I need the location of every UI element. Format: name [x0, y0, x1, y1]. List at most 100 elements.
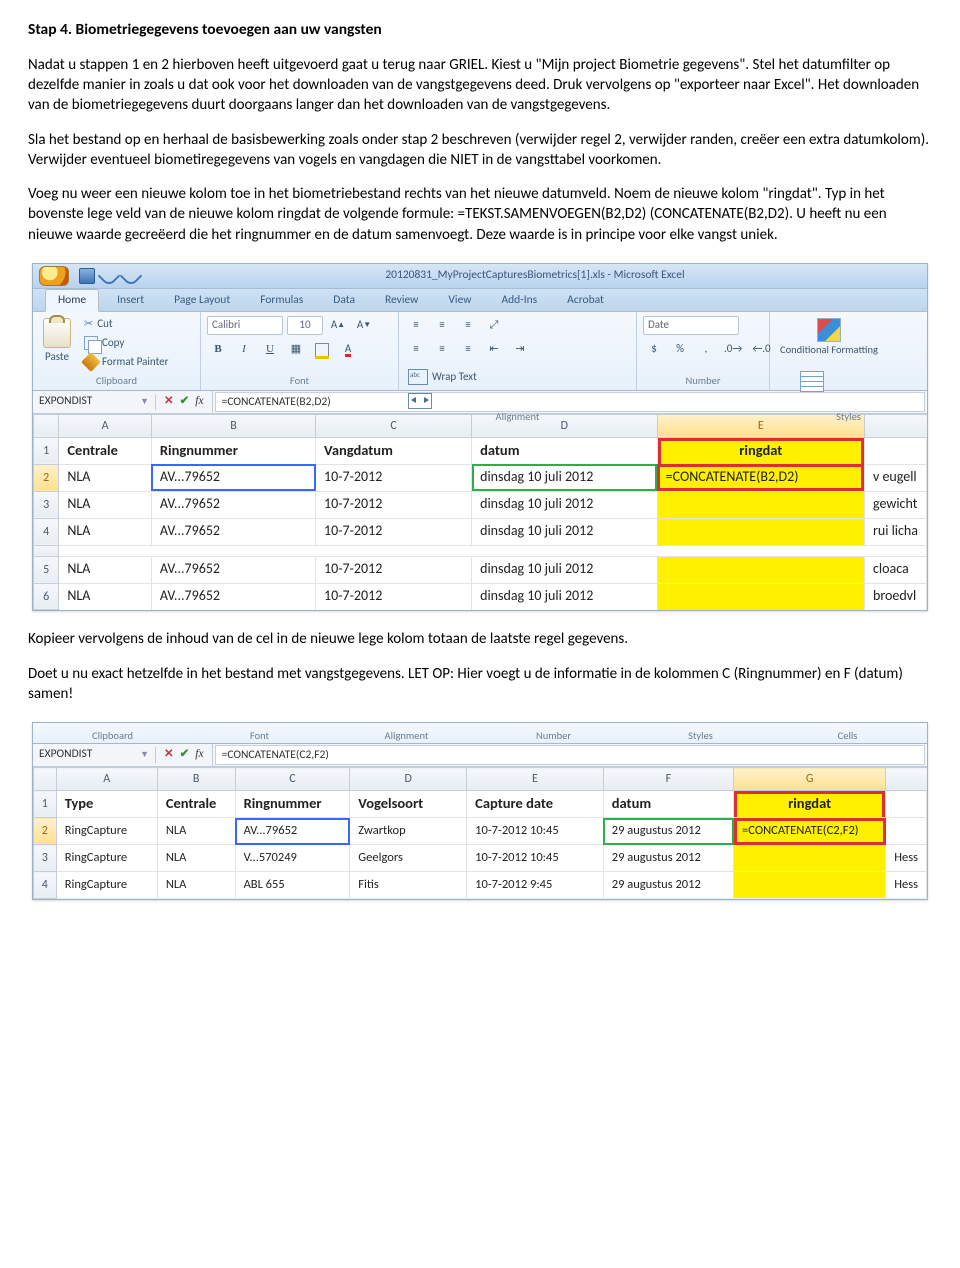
row-1[interactable]: 1 [34, 437, 59, 464]
cell[interactable] [657, 518, 864, 545]
copy-button[interactable]: Copy [81, 335, 171, 352]
number-format-select[interactable]: Date [643, 316, 739, 335]
row-6[interactable]: 6 [34, 583, 59, 610]
cell[interactable]: AV...79652 [151, 518, 315, 545]
fx-icon-2[interactable]: fx [195, 747, 203, 763]
tab-pagelayout[interactable]: Page Layout [162, 290, 242, 311]
percent-button[interactable]: % [669, 341, 691, 359]
format-painter-button[interactable]: Format Painter [81, 354, 171, 371]
align-middle-button[interactable]: ≡ [431, 316, 453, 334]
indent-inc-button[interactable]: ⇥ [509, 340, 531, 358]
office-orb-icon[interactable] [39, 266, 69, 286]
name-box[interactable]: EXPONDIST▼ [33, 394, 156, 410]
cell[interactable]: 10-7-2012 [316, 464, 472, 491]
orientation-button[interactable]: ⤢ [483, 316, 505, 334]
cell[interactable]: AV...79652 [151, 491, 315, 518]
cell[interactable]: Vangdatum [316, 437, 472, 464]
tab-insert[interactable]: Insert [105, 290, 156, 311]
cell[interactable]: NLA [59, 556, 152, 583]
cell[interactable]: Ringnummer [151, 437, 315, 464]
row-3[interactable]: 3 [34, 491, 59, 518]
italic-button[interactable]: I [233, 341, 255, 359]
formula-input[interactable]: =CONCATENATE(B2,D2) [215, 392, 925, 412]
cell[interactable]: datum [472, 437, 658, 464]
cell[interactable]: dinsdag 10 juli 2012 [472, 583, 658, 610]
cell[interactable]: broedvl [864, 583, 926, 610]
row-2[interactable]: 2 [34, 464, 59, 491]
row-5[interactable]: 5 [34, 556, 59, 583]
cancel-edit-button-2[interactable]: ✕ [164, 747, 174, 763]
cancel-edit-button[interactable]: ✕ [164, 394, 174, 410]
cell-g2[interactable]: =CONCATENATE(C2,F2) [734, 818, 886, 845]
col-a[interactable]: A [59, 414, 152, 437]
formula-input-2[interactable]: =CONCATENATE(C2,F2) [215, 745, 925, 765]
align-top-button[interactable]: ≡ [405, 316, 427, 334]
cell[interactable]: NLA [59, 583, 152, 610]
fill-color-button[interactable] [311, 341, 333, 359]
cell[interactable]: 10-7-2012 [316, 556, 472, 583]
tab-data[interactable]: Data [321, 290, 367, 311]
cell[interactable] [657, 583, 864, 610]
tab-review[interactable]: Review [373, 290, 430, 311]
tab-addins[interactable]: Add-Ins [489, 290, 549, 311]
cell[interactable] [657, 556, 864, 583]
spreadsheet-grid[interactable]: A B C D E 1 Centrale Ringnummer Vangdatu… [33, 414, 927, 611]
inc-decimal-button[interactable]: .0→ [721, 341, 745, 359]
comma-button[interactable]: , [695, 341, 717, 359]
cut-button[interactable]: ✂Cut [81, 316, 171, 333]
font-color-button[interactable]: A [337, 341, 359, 359]
cell[interactable]: NLA [59, 491, 152, 518]
cell[interactable]: 10-7-2012 [316, 491, 472, 518]
cell-b2[interactable]: AV...79652 [151, 464, 315, 491]
conditional-fmt-button[interactable]: Conditional Formatting [776, 316, 882, 357]
currency-button[interactable]: $ [643, 341, 665, 359]
cell[interactable]: cloaca [864, 556, 926, 583]
cell[interactable]: 10-7-2012 [316, 583, 472, 610]
cell[interactable]: rui licha [864, 518, 926, 545]
font-name-select[interactable]: Calibri [207, 316, 283, 335]
underline-button[interactable]: U [259, 341, 281, 359]
cell[interactable]: Centrale [59, 437, 152, 464]
align-bottom-button[interactable]: ≡ [457, 316, 479, 334]
cell[interactable]: dinsdag 10 juli 2012 [472, 556, 658, 583]
tab-formulas[interactable]: Formulas [248, 290, 315, 311]
cell-c2[interactable]: AV...79652 [235, 818, 350, 845]
grow-font-button[interactable]: A▲ [327, 316, 349, 334]
col-b[interactable]: B [151, 414, 315, 437]
cell-ringdat-header[interactable]: ringdat [657, 437, 864, 464]
cell-f2[interactable]: 29 augustus 2012 [603, 818, 733, 845]
tab-view[interactable]: View [436, 290, 483, 311]
cell[interactable]: 10-7-2012 [316, 518, 472, 545]
font-size-select[interactable]: 10 [287, 316, 323, 335]
redo-icon[interactable] [120, 265, 143, 288]
spreadsheet-grid-2[interactable]: A B C D E F G 1 Type Centrale Ringnummer… [33, 767, 927, 899]
cell[interactable] [657, 491, 864, 518]
undo-icon[interactable] [98, 265, 121, 288]
tab-acrobat[interactable]: Acrobat [555, 290, 616, 311]
cell-ringdat-header-2[interactable]: ringdat [734, 791, 886, 818]
fx-icon[interactable]: fx [195, 394, 203, 410]
cell[interactable]: v eugell [864, 464, 926, 491]
cell[interactable] [864, 437, 926, 464]
align-right-button[interactable]: ≡ [457, 340, 479, 358]
cell[interactable]: AV...79652 [151, 583, 315, 610]
row-4[interactable]: 4 [34, 518, 59, 545]
align-left-button[interactable]: ≡ [405, 340, 427, 358]
select-all-corner-2[interactable] [34, 768, 57, 791]
cell[interactable]: NLA [59, 518, 152, 545]
cell-e2[interactable]: =CONCATENATE(B2,D2) [657, 464, 864, 491]
cell-d2[interactable]: dinsdag 10 juli 2012 [472, 464, 658, 491]
border-button[interactable]: ▦ [285, 341, 307, 359]
wrap-text-button[interactable]: Wrap Text [405, 368, 520, 386]
save-icon[interactable] [79, 268, 95, 284]
align-center-button[interactable]: ≡ [431, 340, 453, 358]
select-all-corner[interactable] [34, 414, 59, 437]
cell[interactable]: AV...79652 [151, 556, 315, 583]
bold-button[interactable]: B [207, 341, 229, 359]
paste-button[interactable]: Paste [39, 316, 75, 367]
tab-home[interactable]: Home [45, 289, 99, 312]
cell[interactable]: dinsdag 10 juli 2012 [472, 491, 658, 518]
cell[interactable]: gewicht [864, 491, 926, 518]
accept-edit-button[interactable]: ✔ [180, 394, 190, 410]
name-box-2[interactable]: EXPONDIST▼ [33, 747, 156, 763]
